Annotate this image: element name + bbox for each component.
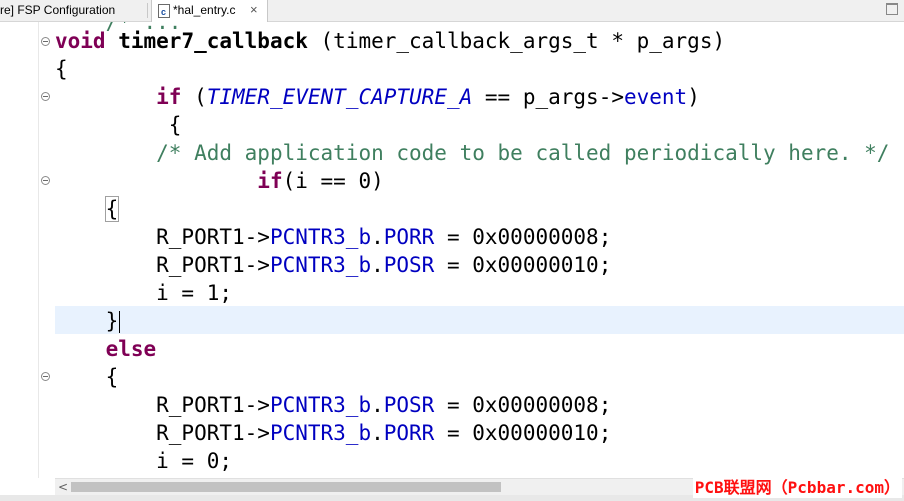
- current-line-highlight: [55, 306, 904, 334]
- fold-collapse-icon[interactable]: [41, 372, 50, 381]
- tab-separator: [147, 3, 148, 18]
- tab-label: re] FSP Configuration: [0, 3, 116, 17]
- code-line: {: [55, 113, 182, 137]
- code-line: {: [55, 195, 120, 223]
- code-line: void timer7_callback (timer_callback_arg…: [55, 29, 726, 53]
- scroll-left-icon[interactable]: <: [58, 479, 68, 495]
- code-line: i = 1;: [55, 281, 233, 305]
- code-line: /* Add application code to be called per…: [156, 141, 890, 165]
- watermark: PCB联盟网（Pcbbar.com）: [692, 478, 902, 498]
- tab-fsp-configuration[interactable]: re] FSP Configuration: [0, 0, 148, 21]
- code-line: {: [55, 365, 119, 389]
- code-line: if (TIMER_EVENT_CAPTURE_A == p_args->eve…: [156, 85, 700, 109]
- code-line: i = 0;: [55, 449, 233, 473]
- maximize-icon[interactable]: [886, 3, 898, 15]
- fold-collapse-icon[interactable]: [41, 92, 50, 101]
- matching-bracket: {: [104, 196, 120, 222]
- gutter-divider: [38, 22, 39, 478]
- c-file-icon: [158, 2, 170, 22]
- code-line-current: }: [55, 309, 121, 333]
- editor-tab-bar: re] FSP Configuration *hal_entry.c ×: [0, 0, 904, 22]
- text-caret: [119, 311, 121, 333]
- code-line: R_PORT1->PCNTR3_b.POSR = 0x00000010;: [55, 253, 612, 277]
- tab-hal-entry[interactable]: *hal_entry.c ×: [151, 0, 268, 22]
- close-icon[interactable]: ×: [250, 0, 258, 20]
- code-line: else: [105, 337, 157, 361]
- editor-gutter: [0, 22, 38, 478]
- fold-collapse-icon[interactable]: [41, 37, 50, 46]
- fold-collapse-icon[interactable]: [41, 176, 50, 185]
- code-line: R_PORT1->PCNTR3_b.PORR = 0x00000010;: [55, 421, 612, 445]
- scrollbar-thumb[interactable]: [71, 482, 501, 492]
- code-line: {: [55, 57, 68, 81]
- code-line: R_PORT1->PCNTR3_b.POSR = 0x00000008;: [55, 393, 612, 417]
- code-line: if(i == 0): [257, 169, 384, 193]
- code-editor[interactable]: /* ... void timer7_callback (timer_callb…: [55, 22, 904, 478]
- code-line: R_PORT1->PCNTR3_b.PORR = 0x00000008;: [55, 225, 612, 249]
- tab-label: *hal_entry.c: [173, 3, 236, 17]
